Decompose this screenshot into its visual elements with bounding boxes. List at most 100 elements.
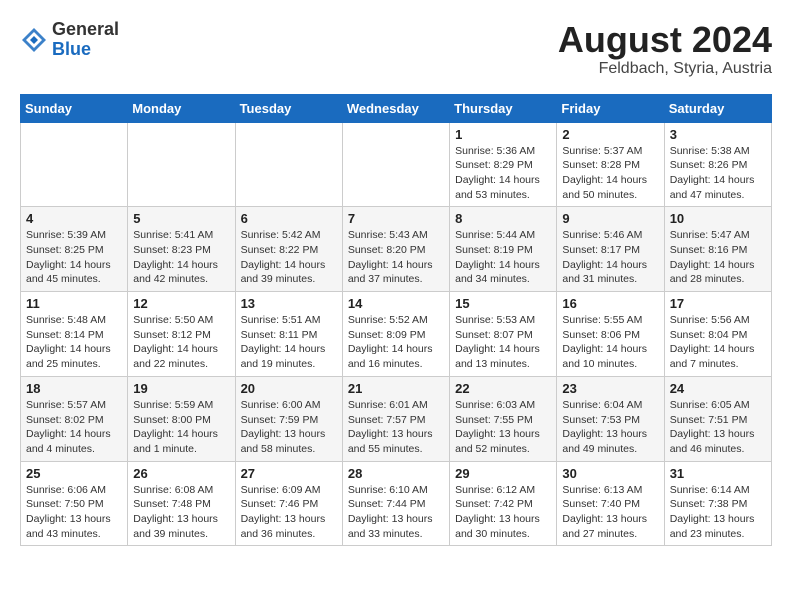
calendar-cell: 10 Sunrise: 5:47 AMSunset: 8:16 PMDayligh…: [664, 207, 771, 292]
weekday-header-monday: Monday: [128, 94, 235, 122]
day-info: Sunrise: 5:48 AMSunset: 8:14 PMDaylight:…: [26, 313, 122, 372]
weekday-header-sunday: Sunday: [21, 94, 128, 122]
day-info: Sunrise: 5:37 AMSunset: 8:28 PMDaylight:…: [562, 144, 658, 203]
calendar-table: SundayMondayTuesdayWednesdayThursdayFrid…: [20, 94, 772, 547]
logo-icon: [20, 26, 48, 54]
day-number: 9: [562, 211, 658, 226]
day-number: 6: [241, 211, 337, 226]
day-number: 1: [455, 127, 551, 142]
calendar-cell: 24 Sunrise: 6:05 AMSunset: 7:51 PMDayligh…: [664, 376, 771, 461]
day-number: 5: [133, 211, 229, 226]
day-number: 12: [133, 296, 229, 311]
logo-text: General Blue: [52, 20, 119, 60]
day-info: Sunrise: 6:03 AMSunset: 7:55 PMDaylight:…: [455, 398, 551, 457]
day-info: Sunrise: 6:12 AMSunset: 7:42 PMDaylight:…: [455, 483, 551, 542]
calendar-cell: 13Sunrise: 5:51 AMSunset: 8:11 PMDayligh…: [235, 292, 342, 377]
calendar-cell: 16Sunrise: 5:55 AMSunset: 8:06 PMDayligh…: [557, 292, 664, 377]
calendar-cell: 20Sunrise: 6:00 AMSunset: 7:59 PMDayligh…: [235, 376, 342, 461]
day-info: Sunrise: 5:39 AMSunset: 8:25 PMDaylight:…: [26, 228, 122, 287]
day-number: 3: [670, 127, 766, 142]
day-number: 15: [455, 296, 551, 311]
page-header: General Blue August 2024 Feldbach, Styri…: [20, 20, 772, 78]
day-number: 22: [455, 381, 551, 396]
calendar-cell: 21 Sunrise: 6:01 AMSunset: 7:57 PMDayligh…: [342, 376, 449, 461]
calendar-week-4: 18Sunrise: 5:57 AMSunset: 8:02 PMDayligh…: [21, 376, 772, 461]
day-info: Sunrise: 6:14 AMSunset: 7:38 PMDaylight:…: [670, 483, 766, 542]
day-info: Sunrise: 5:53 AMSunset: 8:07 PMDaylight:…: [455, 313, 551, 372]
calendar-cell: 12 Sunrise: 5:50 AMSunset: 8:12 PMDayligh…: [128, 292, 235, 377]
day-number: 7: [348, 211, 444, 226]
calendar-cell: 22 Sunrise: 6:03 AMSunset: 7:55 PMDayligh…: [450, 376, 557, 461]
day-number: 4: [26, 211, 122, 226]
weekday-header-row: SundayMondayTuesdayWednesdayThursdayFrid…: [21, 94, 772, 122]
logo-general-text: General: [52, 20, 119, 40]
day-number: 11: [26, 296, 122, 311]
calendar-week-2: 4 Sunrise: 5:39 AMSunset: 8:25 PMDaylight…: [21, 207, 772, 292]
day-info: Sunrise: 6:00 AMSunset: 7:59 PMDaylight:…: [241, 398, 337, 457]
calendar-cell: 7Sunrise: 5:43 AMSunset: 8:20 PMDaylight…: [342, 207, 449, 292]
day-info: Sunrise: 5:47 AMSunset: 8:16 PMDaylight:…: [670, 228, 766, 287]
calendar-cell: 8Sunrise: 5:44 AMSunset: 8:19 PMDaylight…: [450, 207, 557, 292]
calendar-cell: 6 Sunrise: 5:42 AMSunset: 8:22 PMDaylight…: [235, 207, 342, 292]
calendar-cell: 27Sunrise: 6:09 AMSunset: 7:46 PMDayligh…: [235, 461, 342, 546]
day-info: Sunrise: 5:46 AMSunset: 8:17 PMDaylight:…: [562, 228, 658, 287]
calendar-cell: 31 Sunrise: 6:14 AMSunset: 7:38 PMDayligh…: [664, 461, 771, 546]
calendar-cell: [128, 122, 235, 207]
day-info: Sunrise: 5:41 AMSunset: 8:23 PMDaylight:…: [133, 228, 229, 287]
calendar-cell: 5 Sunrise: 5:41 AMSunset: 8:23 PMDaylight…: [128, 207, 235, 292]
day-info: Sunrise: 5:38 AMSunset: 8:26 PMDaylight:…: [670, 144, 766, 203]
day-info: Sunrise: 5:42 AMSunset: 8:22 PMDaylight:…: [241, 228, 337, 287]
calendar-cell: 19 Sunrise: 5:59 AMSunset: 8:00 PMDayligh…: [128, 376, 235, 461]
day-number: 17: [670, 296, 766, 311]
day-number: 2: [562, 127, 658, 142]
calendar-cell: 29Sunrise: 6:12 AMSunset: 7:42 PMDayligh…: [450, 461, 557, 546]
day-number: 14: [348, 296, 444, 311]
day-info: Sunrise: 6:01 AMSunset: 7:57 PMDaylight:…: [348, 398, 444, 457]
calendar-week-3: 11 Sunrise: 5:48 AMSunset: 8:14 PMDayligh…: [21, 292, 772, 377]
day-number: 21: [348, 381, 444, 396]
day-number: 8: [455, 211, 551, 226]
calendar-cell: 15 Sunrise: 5:53 AMSunset: 8:07 PMDayligh…: [450, 292, 557, 377]
day-number: 18: [26, 381, 122, 396]
day-number: 26: [133, 466, 229, 481]
day-info: Sunrise: 6:04 AMSunset: 7:53 PMDaylight:…: [562, 398, 658, 457]
day-number: 25: [26, 466, 122, 481]
day-info: Sunrise: 6:05 AMSunset: 7:51 PMDaylight:…: [670, 398, 766, 457]
weekday-header-thursday: Thursday: [450, 94, 557, 122]
weekday-header-saturday: Saturday: [664, 94, 771, 122]
logo-blue-text: Blue: [52, 40, 119, 60]
day-number: 28: [348, 466, 444, 481]
calendar-cell: 25 Sunrise: 6:06 AMSunset: 7:50 PMDayligh…: [21, 461, 128, 546]
calendar-cell: 11 Sunrise: 5:48 AMSunset: 8:14 PMDayligh…: [21, 292, 128, 377]
day-info: Sunrise: 5:50 AMSunset: 8:12 PMDaylight:…: [133, 313, 229, 372]
day-number: 31: [670, 466, 766, 481]
calendar-cell: 1 Sunrise: 5:36 AMSunset: 8:29 PMDaylight…: [450, 122, 557, 207]
calendar-body: 1 Sunrise: 5:36 AMSunset: 8:29 PMDaylight…: [21, 122, 772, 546]
day-info: Sunrise: 5:55 AMSunset: 8:06 PMDaylight:…: [562, 313, 658, 372]
day-number: 24: [670, 381, 766, 396]
calendar-cell: [342, 122, 449, 207]
weekday-header-friday: Friday: [557, 94, 664, 122]
day-info: Sunrise: 5:59 AMSunset: 8:00 PMDaylight:…: [133, 398, 229, 457]
calendar-cell: 2 Sunrise: 5:37 AMSunset: 8:28 PMDaylight…: [557, 122, 664, 207]
day-info: Sunrise: 6:09 AMSunset: 7:46 PMDaylight:…: [241, 483, 337, 542]
calendar-cell: [235, 122, 342, 207]
calendar-cell: [21, 122, 128, 207]
day-number: 19: [133, 381, 229, 396]
calendar-cell: 4 Sunrise: 5:39 AMSunset: 8:25 PMDaylight…: [21, 207, 128, 292]
weekday-header-tuesday: Tuesday: [235, 94, 342, 122]
day-info: Sunrise: 5:52 AMSunset: 8:09 PMDaylight:…: [348, 313, 444, 372]
location-text: Feldbach, Styria, Austria: [558, 60, 772, 78]
day-info: Sunrise: 5:36 AMSunset: 8:29 PMDaylight:…: [455, 144, 551, 203]
calendar-week-1: 1 Sunrise: 5:36 AMSunset: 8:29 PMDaylight…: [21, 122, 772, 207]
calendar-week-5: 25 Sunrise: 6:06 AMSunset: 7:50 PMDayligh…: [21, 461, 772, 546]
month-title: August 2024: [558, 20, 772, 60]
calendar-cell: 18Sunrise: 5:57 AMSunset: 8:02 PMDayligh…: [21, 376, 128, 461]
calendar-cell: 28Sunrise: 6:10 AMSunset: 7:44 PMDayligh…: [342, 461, 449, 546]
calendar-cell: 3 Sunrise: 5:38 AMSunset: 8:26 PMDaylight…: [664, 122, 771, 207]
day-number: 23: [562, 381, 658, 396]
day-number: 10: [670, 211, 766, 226]
calendar-cell: 14 Sunrise: 5:52 AMSunset: 8:09 PMDayligh…: [342, 292, 449, 377]
day-info: Sunrise: 6:06 AMSunset: 7:50 PMDaylight:…: [26, 483, 122, 542]
day-info: Sunrise: 6:13 AMSunset: 7:40 PMDaylight:…: [562, 483, 658, 542]
